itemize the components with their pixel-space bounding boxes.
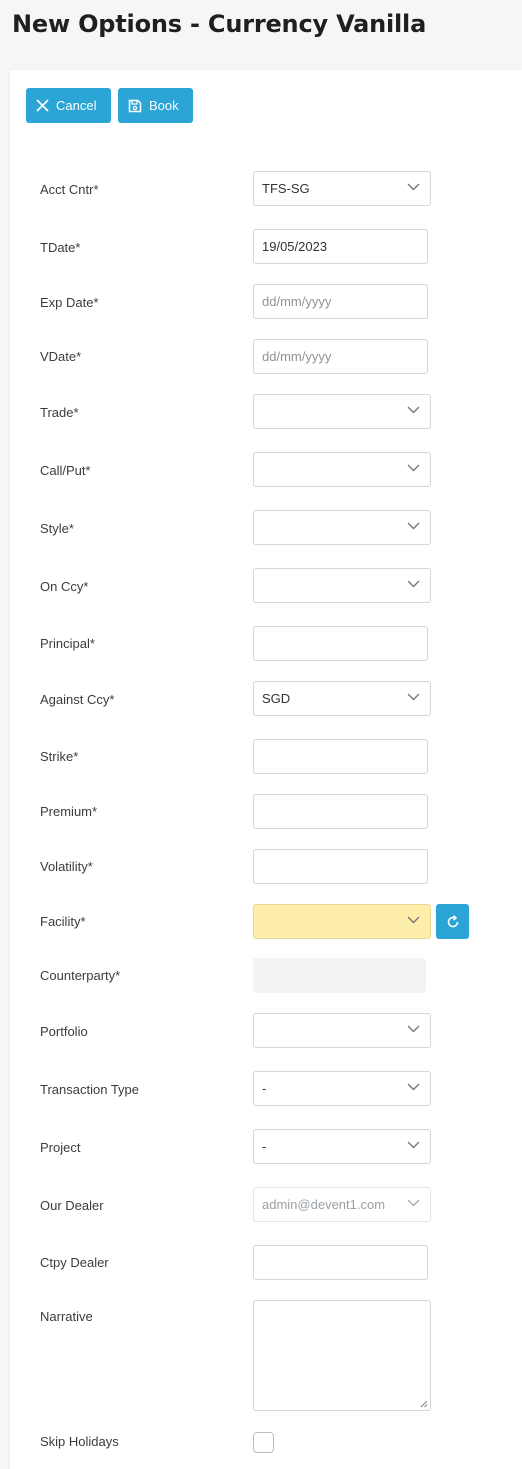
- tdate-input[interactable]: 19/05/2023: [253, 229, 428, 264]
- against-ccy-select[interactable]: SGD: [253, 681, 431, 716]
- book-button-label: Book: [149, 98, 179, 113]
- project-label: Project: [40, 1140, 81, 1155]
- trade-select[interactable]: [253, 394, 431, 429]
- acct-cntr-select[interactable]: TFS-SG: [253, 171, 431, 206]
- call-put-label: Call/Put*: [40, 463, 91, 478]
- style-label: Style*: [40, 521, 74, 536]
- chevron-down-icon: [407, 406, 420, 414]
- portfolio-label: Portfolio: [40, 1024, 88, 1039]
- exp-date-placeholder: dd/mm/yyyy: [262, 294, 332, 309]
- chevron-down-icon: [407, 916, 420, 924]
- on-ccy-select[interactable]: [253, 568, 431, 603]
- book-button[interactable]: Book: [118, 88, 193, 123]
- chevron-down-icon: [407, 464, 420, 472]
- transaction-type-select[interactable]: -: [253, 1071, 431, 1106]
- principal-label: Principal*: [40, 636, 95, 651]
- principal-input[interactable]: [253, 626, 428, 661]
- close-icon: [36, 99, 49, 112]
- narrative-label: Narrative: [40, 1309, 93, 1324]
- skip-holidays-checkbox[interactable]: [253, 1432, 274, 1453]
- call-put-select[interactable]: [253, 452, 431, 487]
- vdate-placeholder: dd/mm/yyyy: [262, 349, 332, 364]
- cancel-button-label: Cancel: [56, 98, 97, 113]
- project-value: -: [262, 1139, 267, 1154]
- vdate-input[interactable]: dd/mm/yyyy: [253, 339, 428, 374]
- premium-input[interactable]: [253, 794, 428, 829]
- save-icon: [128, 99, 142, 112]
- cancel-button[interactable]: Cancel: [26, 88, 111, 123]
- strike-label: Strike*: [40, 749, 79, 764]
- ctpy-dealer-label: Ctpy Dealer: [40, 1255, 109, 1270]
- premium-label: Premium*: [40, 804, 98, 819]
- facility-refresh-button[interactable]: [436, 904, 469, 939]
- facility-select[interactable]: [253, 904, 431, 939]
- against-ccy-value: SGD: [262, 691, 291, 706]
- narrative-textarea[interactable]: [253, 1300, 431, 1411]
- transaction-type-value: -: [262, 1081, 267, 1096]
- vdate-label: VDate*: [40, 349, 82, 364]
- our-dealer-select[interactable]: admin@devent1.com: [253, 1187, 431, 1222]
- style-select[interactable]: [253, 510, 431, 545]
- acct-cntr-value: TFS-SG: [262, 181, 310, 196]
- facility-label: Facility*: [40, 914, 86, 929]
- project-select[interactable]: -: [253, 1129, 431, 1164]
- on-ccy-label: On Ccy*: [40, 579, 89, 594]
- tdate-label: TDate*: [40, 240, 81, 255]
- volatility-input[interactable]: [253, 849, 428, 884]
- tdate-value: 19/05/2023: [262, 239, 328, 254]
- exp-date-input[interactable]: dd/mm/yyyy: [253, 284, 428, 319]
- refresh-icon: [447, 914, 458, 927]
- page-title: New Options - Currency Vanilla: [12, 10, 427, 38]
- ctpy-dealer-input[interactable]: [253, 1245, 428, 1280]
- chevron-down-icon: [407, 1083, 420, 1091]
- transaction-type-label: Transaction Type: [40, 1082, 139, 1097]
- chevron-down-icon: [407, 522, 420, 530]
- acct-cntr-label: Acct Cntr*: [40, 182, 99, 197]
- chevron-down-icon: [407, 1199, 420, 1207]
- volatility-label: Volatility*: [40, 859, 93, 874]
- chevron-down-icon: [407, 580, 420, 588]
- resize-handle-icon[interactable]: [420, 1400, 428, 1408]
- portfolio-select[interactable]: [253, 1013, 431, 1048]
- exp-date-label: Exp Date*: [40, 295, 99, 310]
- chevron-down-icon: [407, 1141, 420, 1149]
- chevron-down-icon: [407, 693, 420, 701]
- trade-label: Trade*: [40, 405, 79, 420]
- counterparty-field: [253, 958, 426, 993]
- our-dealer-value: admin@devent1.com: [262, 1197, 386, 1212]
- against-ccy-label: Against Ccy*: [40, 692, 115, 707]
- chevron-down-icon: [407, 183, 420, 191]
- our-dealer-label: Our Dealer: [40, 1198, 104, 1213]
- chevron-down-icon: [407, 1025, 420, 1033]
- skip-holidays-label: Skip Holidays: [40, 1434, 119, 1449]
- strike-input[interactable]: [253, 739, 428, 774]
- counterparty-label: Counterparty*: [40, 968, 121, 983]
